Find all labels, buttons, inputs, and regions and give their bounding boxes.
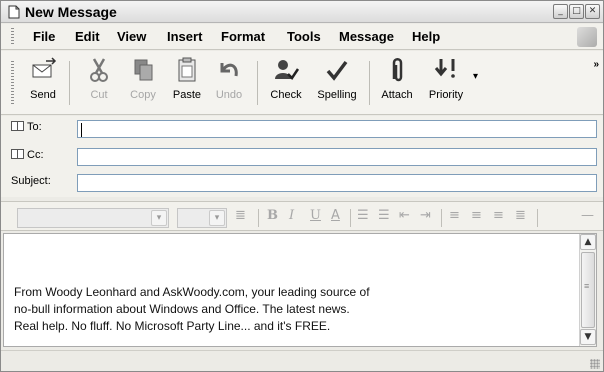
check-names-icon — [275, 60, 300, 80]
scroll-up-icon[interactable]: ▲ — [580, 234, 596, 250]
justify-icon[interactable]: ≣ — [515, 208, 526, 223]
undo-icon — [220, 63, 238, 77]
toolbar-separator — [369, 61, 370, 105]
subject-field[interactable] — [77, 174, 597, 192]
cut-button[interactable]: Cut — [81, 57, 117, 109]
menu-insert[interactable]: Insert — [167, 29, 202, 44]
align-center-icon[interactable]: ≡ — [471, 208, 482, 223]
copy-button[interactable]: Copy — [123, 57, 163, 109]
message-body[interactable]: From Woody Leonhard and AskWoody.com, yo… — [3, 233, 597, 347]
check-button[interactable]: Check — [265, 57, 307, 109]
windows-logo-icon — [577, 27, 597, 47]
spelling-check-icon — [326, 60, 348, 81]
menu-file[interactable]: File — [33, 29, 55, 44]
paperclip-icon — [392, 58, 403, 82]
bold-icon[interactable]: B — [267, 208, 278, 223]
horizontal-line-icon[interactable]: — — [581, 208, 594, 223]
priority-label: Priority — [428, 89, 464, 101]
cut-label: Cut — [90, 89, 108, 101]
bullet-list-icon[interactable]: ☰ — [378, 208, 390, 223]
copy-label: Copy — [130, 89, 156, 101]
to-field[interactable] — [77, 120, 597, 138]
priority-dropdown-icon[interactable]: ▾ — [473, 71, 478, 82]
formatting-toolbar: ▾ ▾ ≣ B I U A ☰ ☰ ⇤ ⇥ ≡ ≡ ≡ ≣ — — [1, 201, 603, 231]
send-icon — [32, 57, 57, 78]
toolbar-separator — [258, 209, 259, 227]
paragraph-style-icon[interactable]: ≣ — [235, 208, 246, 223]
vertical-scrollbar[interactable]: ▲ ▼ — [579, 234, 596, 346]
toolbar-separator — [257, 61, 258, 105]
chevron-down-icon[interactable]: ▾ — [151, 210, 167, 226]
scroll-down-icon[interactable]: ▼ — [580, 329, 596, 345]
align-right-icon[interactable]: ≡ — [493, 208, 504, 223]
underline-icon[interactable]: U — [310, 208, 321, 223]
cc-label[interactable]: Cc: — [11, 149, 44, 161]
send-button[interactable]: Send — [23, 57, 63, 109]
status-bar — [1, 350, 603, 371]
scissors-icon — [90, 58, 108, 82]
menu-bar: File Edit View Insert Format Tools Messa… — [1, 24, 603, 50]
title-bar[interactable]: New Message _ □ ✕ — [1, 1, 603, 23]
paste-label: Paste — [172, 89, 202, 101]
menu-format[interactable]: Format — [221, 29, 265, 44]
menu-help[interactable]: Help — [412, 29, 440, 44]
check-label: Check — [270, 89, 302, 101]
toolbar-overflow-icon[interactable]: » — [593, 59, 599, 70]
undo-button[interactable]: Undo — [209, 57, 249, 109]
address-book-icon — [11, 121, 24, 131]
spelling-button[interactable]: Spelling — [311, 57, 363, 109]
new-message-icon — [8, 5, 20, 19]
send-label: Send — [30, 89, 56, 101]
font-name-select[interactable]: ▾ — [17, 208, 169, 228]
cc-field[interactable] — [77, 148, 597, 166]
copy-icon — [134, 59, 153, 81]
resize-grip-icon[interactable] — [590, 359, 600, 369]
standard-toolbar: Send Cut Copy Paste Undo Check Spelling … — [1, 51, 603, 115]
text-cursor — [81, 123, 82, 137]
undo-label: Undo — [215, 89, 243, 101]
menu-tools[interactable]: Tools — [287, 29, 321, 44]
address-book-icon — [11, 149, 24, 159]
menu-message[interactable]: Message — [339, 29, 394, 44]
attach-label: Attach — [381, 89, 413, 101]
minimize-icon[interactable]: _ — [553, 4, 568, 19]
toolbar-separator — [69, 61, 70, 105]
spelling-label: Spelling — [317, 89, 357, 101]
numbered-list-icon[interactable]: ☰ — [357, 208, 369, 223]
to-label[interactable]: To: — [11, 121, 42, 133]
compose-window: New Message _ □ ✕ File Edit View Insert … — [0, 0, 604, 372]
window-title: New Message — [25, 4, 117, 20]
maximize-icon[interactable]: □ — [569, 4, 584, 19]
menu-view[interactable]: View — [117, 29, 146, 44]
decrease-indent-icon[interactable]: ⇤ — [399, 208, 410, 223]
address-pane: To: Cc: Subject: — [1, 116, 603, 197]
toolbar-separator — [350, 209, 351, 227]
align-left-icon[interactable]: ≡ — [449, 208, 460, 223]
menu-edit[interactable]: Edit — [75, 29, 100, 44]
scroll-thumb[interactable] — [581, 252, 595, 328]
close-icon[interactable]: ✕ — [585, 4, 600, 19]
font-color-icon[interactable]: A — [331, 208, 340, 223]
paste-button[interactable]: Paste — [167, 57, 207, 109]
toolbar-separator — [537, 209, 538, 227]
italic-icon[interactable]: I — [289, 208, 294, 223]
increase-indent-icon[interactable]: ⇥ — [420, 208, 431, 223]
chevron-down-icon[interactable]: ▾ — [209, 210, 225, 226]
message-text: From Woody Leonhard and AskWoody.com, yo… — [14, 285, 370, 333]
priority-button[interactable]: Priority — [421, 57, 471, 109]
subject-label: Subject: — [11, 175, 51, 187]
menubar-grip[interactable] — [11, 28, 14, 46]
attach-button[interactable]: Attach — [377, 57, 417, 109]
toolbar-grip[interactable] — [11, 61, 14, 105]
paste-icon — [178, 57, 196, 82]
font-size-select[interactable]: ▾ — [177, 208, 227, 228]
priority-arrow-icon — [434, 59, 455, 78]
toolbar-separator — [441, 209, 442, 227]
